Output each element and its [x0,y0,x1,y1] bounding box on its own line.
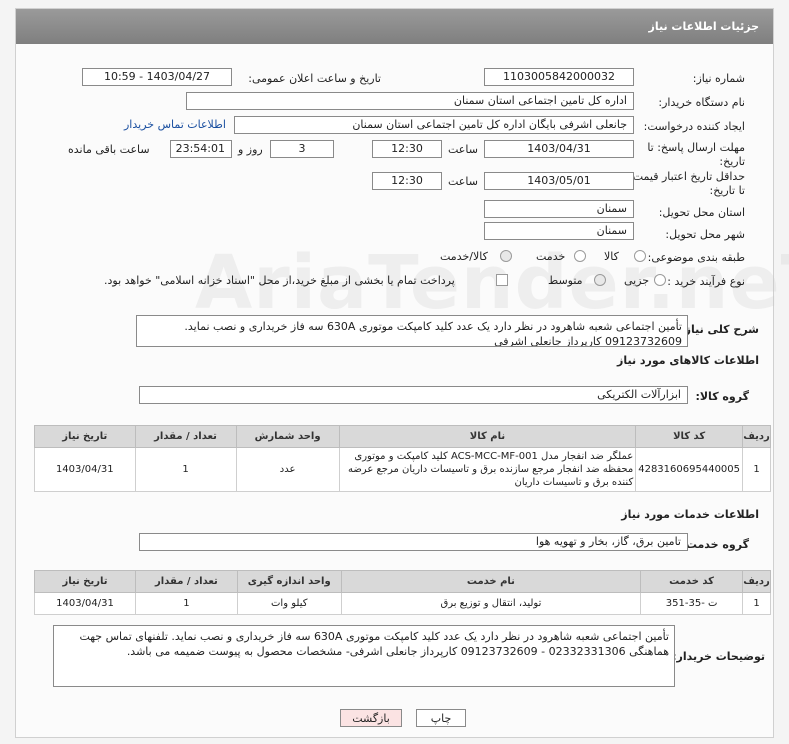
category-goods-service-label: کالا/خدمت [440,250,488,263]
summary-text: تأمین اجتماعی شعبه شاهرود در نظر دارد یک… [136,315,688,347]
category-goods-service-radio[interactable] [500,250,512,262]
print-button[interactable]: چاپ [416,709,466,727]
days-field: 3 [270,140,334,158]
buyer-org-label: نام دستگاه خریدار: [658,96,745,109]
table-row: 1 ت -35-351 تولید، انتقال و توزیع برق کی… [34,592,771,615]
cell-quantity: 1 [134,592,238,615]
process-minor-label: جزیی [624,274,650,287]
goods-table-header: ردیف کد کالا نام کالا واحد شمارش تعداد /… [34,425,771,448]
col-need-date: تاریخ نیاز [34,570,136,593]
services-group-field: تامین برق، گاز، بخار و تهویه هوا [139,533,688,551]
summary-label: شرح کلی نیاز: [680,323,759,336]
process-minor-radio[interactable] [654,274,666,286]
buyer-org-field: اداره کل تامین اجتماعی استان سمنان [186,92,634,110]
province-label: استان محل تحویل: [658,206,745,219]
col-row: ردیف [742,425,771,448]
days-label: روز و [238,143,263,156]
deadline-date-field: 1403/04/31 [484,140,634,158]
validity-time-label: ساعت [448,175,478,188]
col-row: ردیف [742,570,771,593]
remaining-label: ساعت باقی مانده [68,143,150,156]
col-service-name: نام خدمت [340,570,642,593]
category-service-label: خدمت [536,250,566,263]
panel-header: جزئیات اطلاعات نیاز [16,9,773,44]
treasury-payment-note: پرداخت تمام یا بخشی از مبلغ خرید،از محل … [104,274,455,287]
services-section-title: اطلاعات خدمات مورد نیاز [621,508,759,521]
deadline-time-label: ساعت [448,143,478,156]
announce-datetime-field: 1403/04/27 - 10:59 [82,68,232,86]
cell-measure-unit: کیلو وات [236,592,342,615]
city-field: سمنان [484,222,634,240]
creator-field: جانعلی اشرفی بایگان اداره کل تامین اجتما… [234,116,634,134]
cell-need-date: 1403/04/31 [34,592,136,615]
category-goods-label: کالا [604,250,619,263]
cell-unit: عدد [235,447,340,492]
cell-service-code: ت -35-351 [640,592,744,615]
cell-quantity: 1 [134,447,237,492]
buyer-notes-label: توضیحات خریدار: [672,650,765,663]
cell-row: 1 [742,447,771,492]
province-field: سمنان [484,200,634,218]
treasury-payment-checkbox[interactable] [496,274,508,286]
cell-row: 1 [742,592,771,615]
city-label: شهر محل تحویل: [665,228,745,241]
col-need-date: تاریخ نیاز [34,425,136,448]
goods-group-label: گروه کالا: [695,390,749,403]
category-service-radio[interactable] [574,250,586,262]
back-button[interactable]: بازگشت [340,709,402,727]
goods-group-field: ابزارآلات الکتریکی [139,386,688,404]
cell-goods-code: 4283160695440005 [635,447,744,492]
need-number-label: شماره نیاز: [692,72,745,85]
buyer-contact-link[interactable]: اطلاعات تماس خریدار [124,118,226,131]
col-goods-name: نام کالا [338,425,637,448]
validity-label: حداقل تاریخ اعتبار قیمت: تا تاریخ: [629,170,745,197]
validity-date-field: 1403/05/01 [484,172,634,190]
goods-section-title: اطلاعات کالاهای مورد نیاز [617,354,759,367]
col-goods-code: کد کالا [635,425,744,448]
process-label: نوع فرآیند خرید : [667,275,745,288]
need-number-field: 1103005842000032 [484,68,634,86]
col-quantity: تعداد / مقدار [134,570,238,593]
table-row: 1 4283160695440005 عملگر ضد انفجار مدل A… [34,447,771,492]
col-measure-unit: واحد اندازه گیری [236,570,342,593]
announce-label: تاریخ و ساعت اعلان عمومی: [248,72,381,85]
deadline-time-field: 12:30 [372,140,442,158]
buyer-notes-text: تأمین اجتماعی شعبه شاهرود در نظر دارد یک… [53,625,675,687]
services-table-header: ردیف کد خدمت نام خدمت واحد اندازه گیری ت… [34,570,771,593]
validity-time-field: 12:30 [372,172,442,190]
goods-table: ردیف کد کالا نام کالا واحد شمارش تعداد /… [34,425,771,492]
category-goods-radio[interactable] [634,250,646,262]
deadline-label: مهلت ارسال پاسخ: تا تاریخ: [647,141,745,168]
cell-goods-name: عملگر ضد انفجار مدل ACS-MCC-MF-001 کلید … [338,447,637,492]
services-group-label: گروه خدمت: [681,538,749,551]
remaining-time-field: 23:54:01 [170,140,232,158]
creator-label: ایجاد کننده درخواست: [643,120,745,133]
process-medium-radio[interactable] [594,274,606,286]
col-service-code: کد خدمت [640,570,744,593]
category-label: طبقه بندی موضوعی: [647,251,745,264]
services-table: ردیف کد خدمت نام خدمت واحد اندازه گیری ت… [34,570,771,615]
cell-need-date: 1403/04/31 [34,447,136,492]
process-medium-label: متوسط [548,274,583,287]
col-unit: واحد شمارش [235,425,340,448]
col-quantity: تعداد / مقدار [134,425,237,448]
cell-service-name: تولید، انتقال و توزیع برق [340,592,642,615]
